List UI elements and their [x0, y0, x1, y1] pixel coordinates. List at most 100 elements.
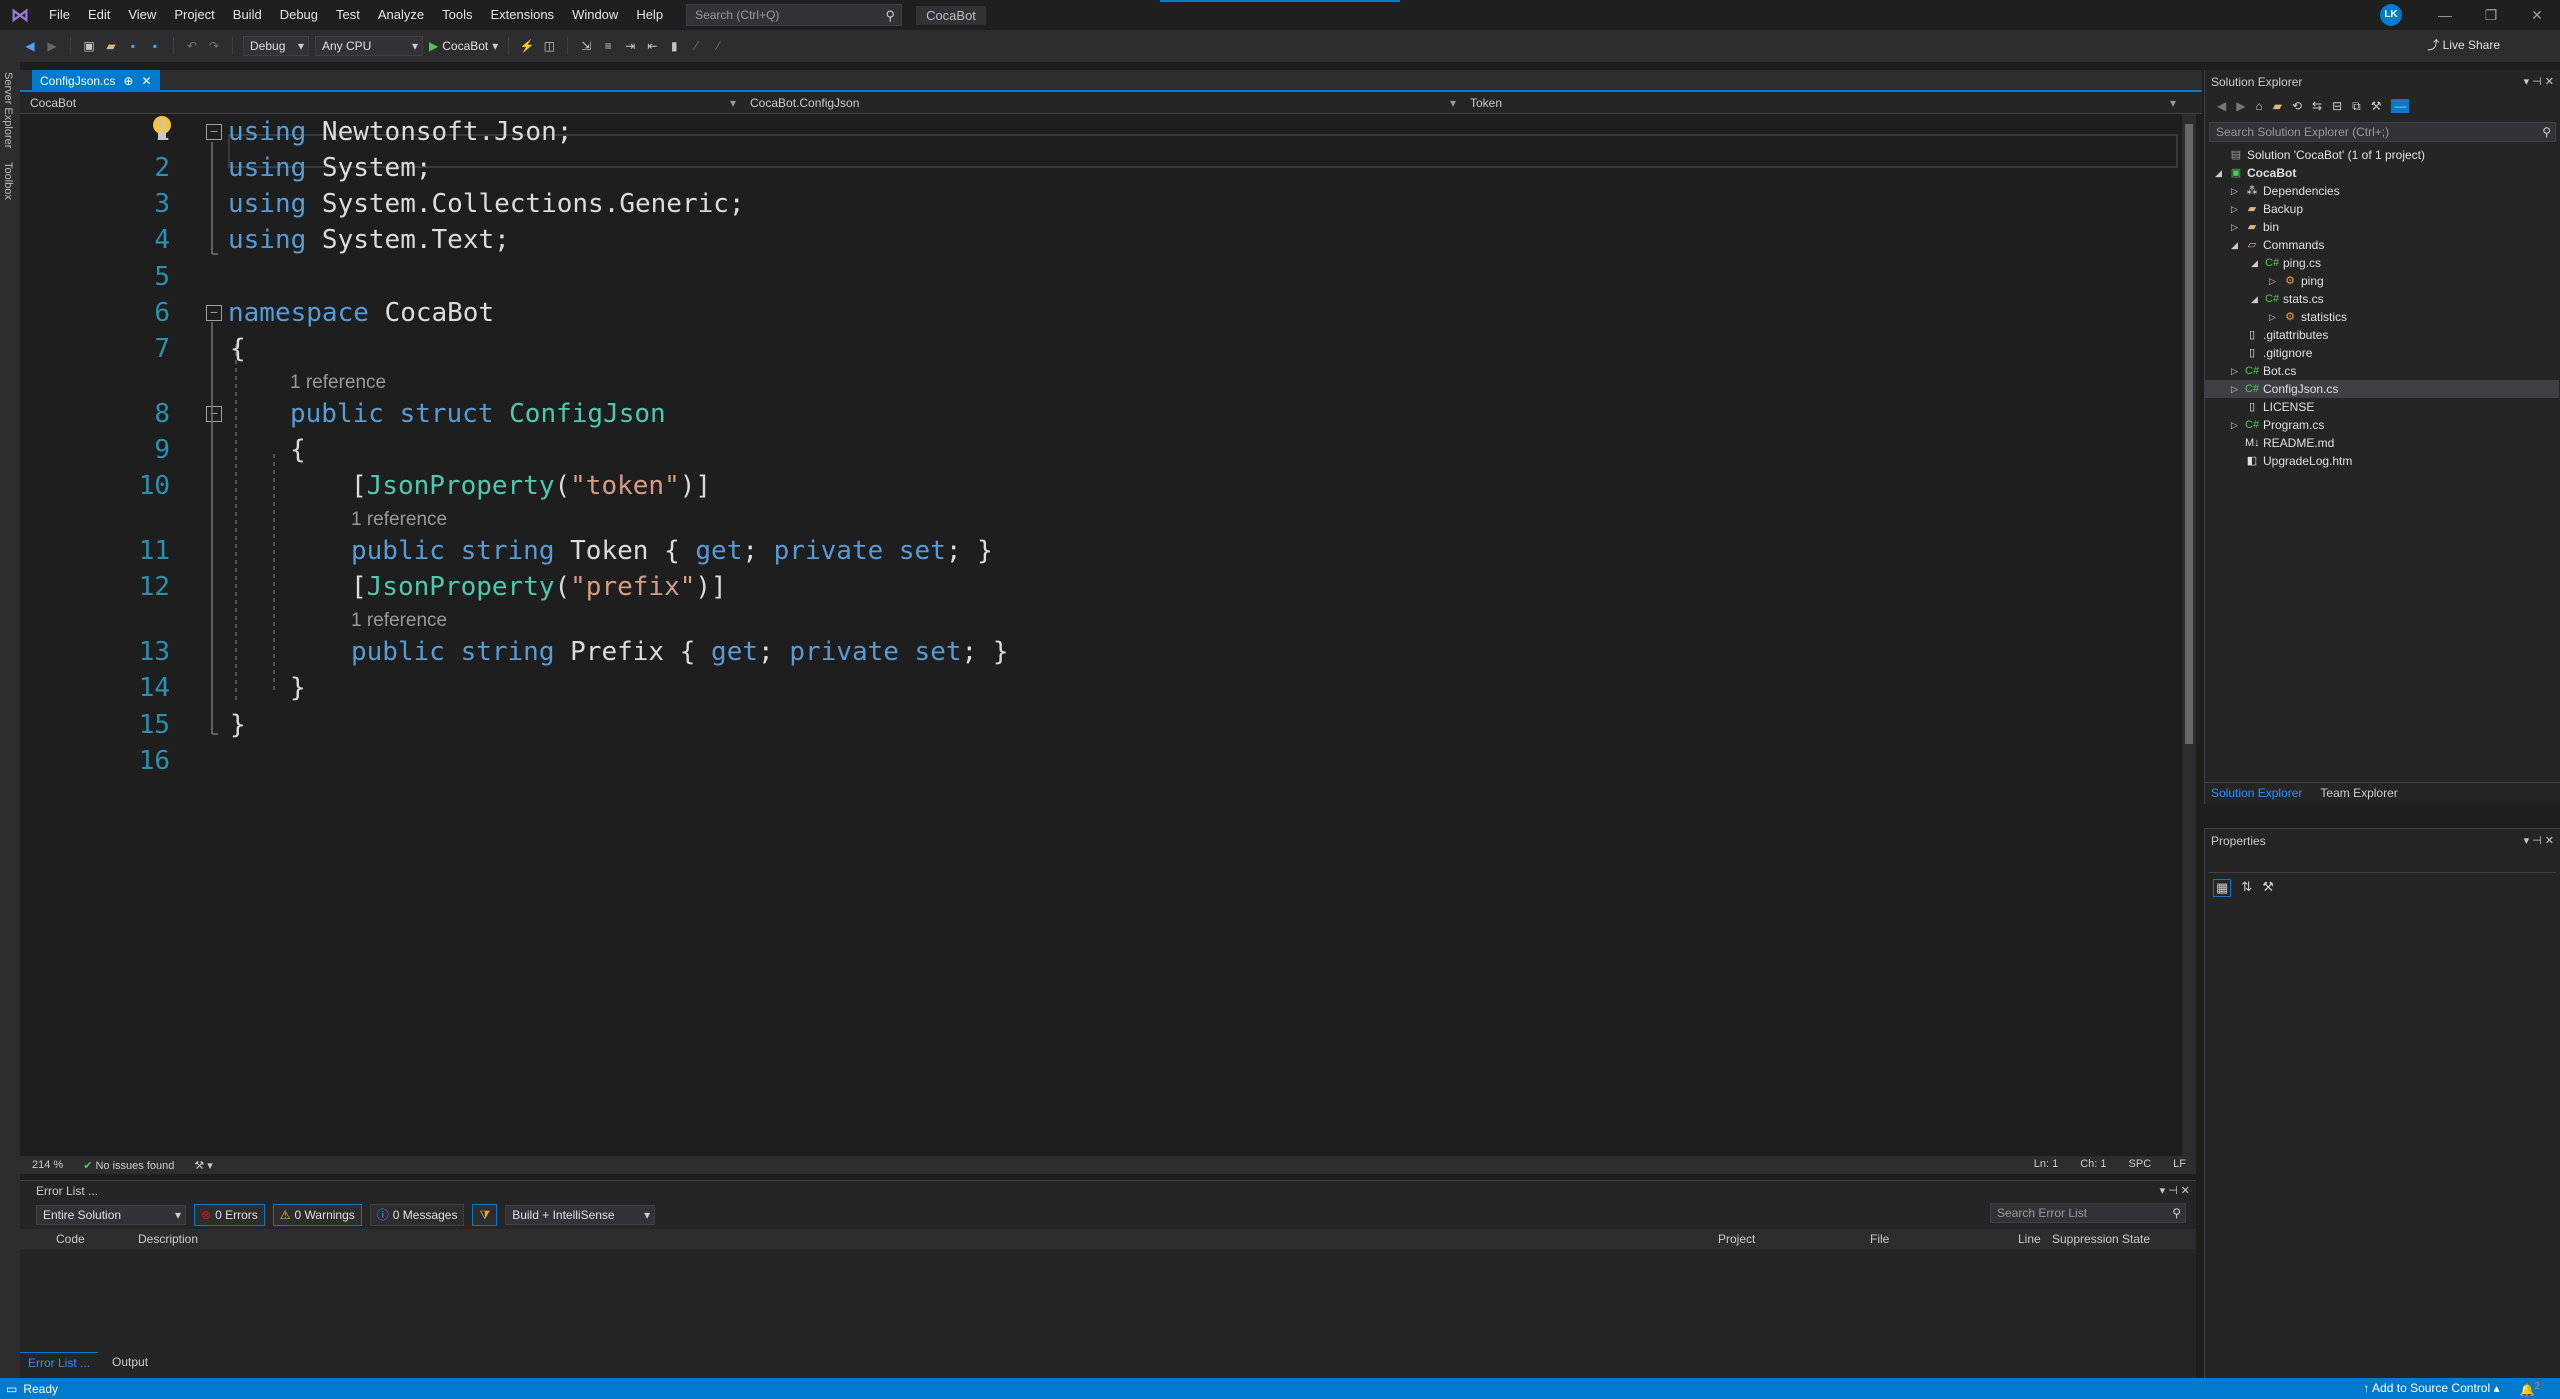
tree-item-readme[interactable]: M↓ README.md — [2231, 434, 2334, 452]
uncomment-icon[interactable]: ⁄ — [710, 38, 726, 54]
browser-link-icon[interactable]: ◫ — [541, 38, 557, 54]
zoom-level[interactable]: 214 % — [32, 1159, 63, 1171]
format-icon[interactable]: ≡ — [600, 38, 616, 54]
codelens-references[interactable]: 1 reference — [290, 370, 386, 396]
open-file-icon[interactable]: ▰ — [103, 38, 119, 54]
add-to-source-control-button[interactable]: ↑ Add to Source Control ▴ — [2363, 1381, 2499, 1397]
collapsed-arrow-icon[interactable]: ▷ — [2231, 182, 2241, 200]
start-debugging-button[interactable]: ▶ CocaBot ▾ — [429, 39, 498, 53]
tree-item-license[interactable]: ▯ LICENSE — [2231, 398, 2314, 416]
tree-item-stats-cs[interactable]: ◢ C# stats.cs — [2251, 290, 2324, 308]
properties-object-select[interactable] — [2209, 853, 2556, 873]
expanded-arrow-icon[interactable]: ◢ — [2215, 164, 2225, 182]
platform-select[interactable]: Any CPU — [315, 36, 423, 56]
live-share-button[interactable]: ⤴ Live Share — [2427, 36, 2500, 53]
restore-icon[interactable]: ❐ — [2468, 7, 2514, 24]
step-icon[interactable]: ⇲ — [578, 38, 594, 54]
menu-test[interactable]: Test — [327, 0, 369, 30]
panel-window-icons[interactable]: ▾ ⊣ ✕ — [2160, 1181, 2190, 1201]
editor-vertical-scrollbar[interactable] — [2182, 114, 2196, 1156]
global-search-input[interactable]: Search (Ctrl+Q) ⚲ — [686, 4, 903, 26]
tree-item-ping-class[interactable]: ▷ ⚙ ping — [2269, 272, 2324, 290]
line-ending-indicator[interactable]: LF — [2173, 1158, 2186, 1170]
server-explorer-tab[interactable]: Server Explorer — [2, 72, 14, 148]
tree-item-bin[interactable]: ▷ ▰ bin — [2231, 218, 2279, 236]
tab-output[interactable]: Output — [104, 1352, 156, 1374]
panel-window-icons[interactable]: ▾ ⊣ ✕ — [2524, 829, 2554, 853]
menu-project[interactable]: Project — [165, 0, 223, 30]
expanded-arrow-icon[interactable]: ◢ — [2251, 290, 2261, 308]
hot-reload-icon[interactable]: ⚡ — [519, 38, 535, 54]
minimize-icon[interactable]: — — [2422, 7, 2468, 23]
tree-item-gitattributes[interactable]: ▯ .gitattributes — [2231, 326, 2328, 344]
panel-window-icons[interactable]: ▾ ⊣ ✕ — [2524, 70, 2554, 94]
tab-solution-explorer[interactable]: Solution Explorer — [2205, 783, 2308, 804]
collapse-all-icon[interactable]: ⊟ — [2332, 99, 2342, 113]
comment-icon[interactable]: ⁄ — [688, 38, 704, 54]
tree-item-statistics-class[interactable]: ▷ ⚙ statistics — [2269, 308, 2347, 326]
tab-team-explorer[interactable]: Team Explorer — [2314, 783, 2403, 804]
pin-icon[interactable]: ⊕ — [123, 70, 133, 92]
tree-item-ping-cs[interactable]: ◢ C# ping.cs — [2251, 254, 2321, 272]
preview-icon[interactable]: — — [2391, 99, 2410, 113]
code-editor[interactable]: 1 2 3 4 5 6 7 8 9 10 11 12 13 14 15 16 −… — [20, 114, 2182, 1156]
tree-item-dependencies[interactable]: ▷ ⁂ Dependencies — [2231, 182, 2340, 200]
configuration-select[interactable]: Debug — [243, 36, 309, 56]
toolbox-tab[interactable]: Toolbox — [2, 162, 14, 200]
scope-select[interactable]: Entire Solution — [36, 1205, 186, 1225]
redo-icon[interactable]: ↷ — [206, 38, 222, 54]
bookmark-icon[interactable]: ▮ — [666, 38, 682, 54]
tree-item-solution[interactable]: ▤ Solution 'CocaBot' (1 of 1 project) — [2215, 146, 2425, 164]
filter-toggle-button[interactable]: ⧩ — [472, 1204, 498, 1226]
close-icon[interactable]: ✕ — [141, 70, 151, 92]
menu-edit[interactable]: Edit — [79, 0, 119, 30]
menu-debug[interactable]: Debug — [271, 0, 327, 30]
menu-window[interactable]: Window — [563, 0, 627, 30]
tree-item-gitignore[interactable]: ▯ .gitignore — [2231, 344, 2312, 362]
menu-extensions[interactable]: Extensions — [481, 0, 563, 30]
error-list-search-input[interactable]: Search Error List ⚲ — [1990, 1203, 2186, 1223]
collapsed-arrow-icon[interactable]: ▷ — [2231, 416, 2241, 434]
tree-item-program-cs[interactable]: ▷ C# Program.cs — [2231, 416, 2324, 434]
menu-file[interactable]: File — [40, 0, 79, 30]
tab-configjson[interactable]: ConfigJson.cs ⊕ ✕ — [32, 70, 160, 92]
outdent-icon[interactable]: ⇤ — [644, 38, 660, 54]
properties-icon[interactable]: ⚒ — [2371, 99, 2382, 113]
new-project-icon[interactable]: ▣ — [81, 38, 97, 54]
scrollbar-thumb[interactable] — [2185, 124, 2193, 744]
type-dropdown[interactable]: CocaBot.ConfigJson — [740, 93, 1460, 113]
column-header-file[interactable]: File — [1870, 1232, 1889, 1246]
warnings-filter-button[interactable]: ⚠ 0 Warnings — [272, 1204, 362, 1226]
home-icon[interactable]: ⌂ — [2255, 99, 2262, 113]
column-header-code[interactable]: Code — [56, 1232, 85, 1246]
column-header-suppression-state[interactable]: Suppression State — [2052, 1232, 2150, 1246]
whitespace-indicator[interactable]: SPC — [2129, 1158, 2152, 1170]
expanded-arrow-icon[interactable]: ◢ — [2231, 236, 2241, 254]
sync-icon[interactable]: ⇆ — [2312, 99, 2322, 113]
undo-icon[interactable]: ↶ — [184, 38, 200, 54]
notifications-icon[interactable]: 🔔2 — [2519, 1381, 2540, 1397]
close-window-icon[interactable]: ✕ — [2514, 7, 2560, 24]
messages-filter-button[interactable]: ⓘ 0 Messages — [369, 1204, 465, 1226]
tree-item-project[interactable]: ◢ ▣ CocaBot — [2215, 164, 2296, 182]
tree-item-backup[interactable]: ▷ ▰ Backup — [2231, 200, 2303, 218]
account-avatar[interactable]: LK — [2380, 4, 2402, 26]
column-header-project[interactable]: Project — [1718, 1232, 1755, 1246]
collapsed-arrow-icon[interactable]: ▷ — [2231, 380, 2241, 398]
codelens-references[interactable]: 1 reference — [351, 608, 447, 634]
menu-build[interactable]: Build — [224, 0, 271, 30]
code-cleanup-icon[interactable]: ⚒ ▾ — [194, 1159, 212, 1172]
save-icon[interactable]: ▪ — [125, 38, 141, 54]
forward-icon[interactable]: ▶ — [2236, 99, 2245, 113]
property-pages-icon[interactable]: ⚒ — [2262, 879, 2274, 897]
pending-changes-icon[interactable]: ⟲ — [2292, 99, 2302, 113]
menu-help[interactable]: Help — [627, 0, 672, 30]
column-header-line[interactable]: Line — [2018, 1232, 2041, 1246]
indent-icon[interactable]: ⇥ — [622, 38, 638, 54]
menu-tools[interactable]: Tools — [433, 0, 481, 30]
switch-views-icon[interactable]: ▰ — [2273, 99, 2282, 113]
issues-indicator[interactable]: ✔ No issues found — [83, 1159, 174, 1172]
show-all-files-icon[interactable]: ⧉ — [2352, 99, 2361, 114]
build-filter-select[interactable]: Build + IntelliSense — [505, 1205, 656, 1225]
codelens-references[interactable]: 1 reference — [351, 507, 447, 533]
